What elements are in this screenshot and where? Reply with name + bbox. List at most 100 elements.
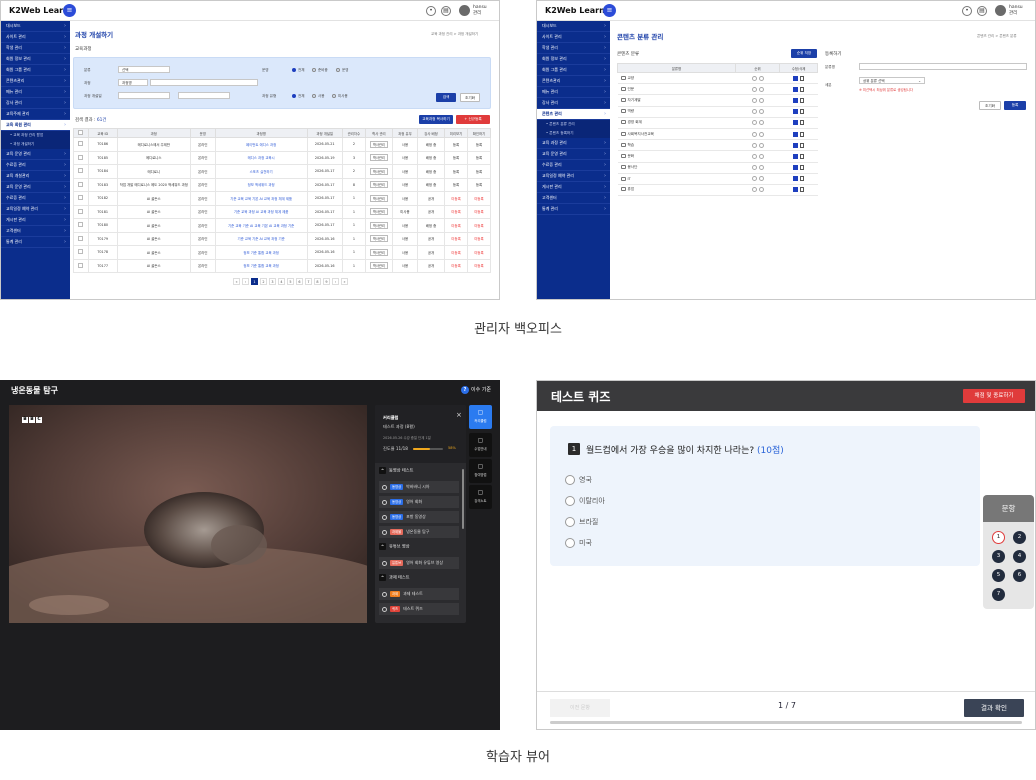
edit-icon[interactable]: [793, 109, 798, 115]
print-icon[interactable]: ▤: [441, 6, 451, 16]
arrow-up-icon[interactable]: [751, 86, 757, 92]
name-input[interactable]: [150, 79, 258, 86]
sidebar-item[interactable]: 수료증 관리: [1, 160, 70, 171]
table-row[interactable]: 문화: [617, 150, 818, 163]
trash-icon[interactable]: [800, 131, 804, 137]
sidebar-item[interactable]: 학생 관리: [1, 43, 70, 54]
trash-icon[interactable]: [800, 153, 804, 159]
sidebar-item[interactable]: 메뉴 관리: [537, 87, 610, 98]
arrow-down-icon[interactable]: [758, 97, 764, 103]
arrow-down-icon[interactable]: [758, 187, 764, 193]
sidebar-item[interactable]: 교육 개설관리: [1, 171, 70, 182]
side-tab[interactable]: ▢ 참여방법: [469, 459, 492, 483]
trash-icon[interactable]: [800, 165, 804, 171]
row-checkbox[interactable]: [78, 141, 84, 147]
check-result-button[interactable]: 결과 확인: [964, 699, 1024, 717]
page-link[interactable]: «: [233, 278, 240, 285]
status-radio-ready[interactable]: 준비중: [312, 67, 328, 73]
table-row[interactable]: T0177 AI 골든스 온라인 정보 기준 통합 교육 과정 2026-05-16 1 학…: [73, 258, 492, 273]
menu-icon[interactable]: ≡: [603, 4, 616, 17]
sidebar-item[interactable]: 통계 관리: [1, 237, 70, 248]
arrow-down-icon[interactable]: [758, 86, 764, 92]
table-row[interactable]: T0178 AI 골든스 온라인 정보 기준 통합 교육 과정 2026-05-16 1 학…: [73, 245, 492, 260]
table-row[interactable]: 인문: [617, 83, 818, 96]
answer-option[interactable]: 브라질: [565, 517, 598, 527]
row-checkbox[interactable]: [78, 181, 84, 187]
sidebar-subitem[interactable]: • 콘텐츠 분류 관리: [537, 120, 610, 129]
table-row[interactable]: T0181 AI 골든스 온라인 기준 교육 과정 AI 교육 과정 체계 제품 202…: [73, 204, 492, 219]
arrow-up-icon[interactable]: [751, 153, 757, 159]
row-checkbox[interactable]: [78, 222, 84, 228]
page-link[interactable]: 1: [251, 278, 258, 285]
avatar[interactable]: [995, 5, 1006, 16]
arrow-up-icon[interactable]: [751, 165, 757, 171]
table-row[interactable]: 경영 회계: [617, 117, 818, 129]
question-jump-button[interactable]: 2: [1013, 531, 1026, 544]
edit-icon[interactable]: [793, 131, 798, 137]
edit-icon[interactable]: [793, 165, 798, 171]
table-row[interactable]: T0180 AI 골든스 온라인 기준 교육 기준 AI 교육 기본 AI 교육 과정…: [73, 218, 492, 233]
category-select[interactable]: 선택: [118, 66, 170, 73]
type-radio-all[interactable]: 전체: [292, 93, 304, 99]
answer-option[interactable]: 이탈리아: [565, 496, 605, 506]
trash-icon[interactable]: [800, 75, 804, 81]
lesson-item[interactable]: 퀴즈 테스트 퀴즈: [379, 603, 459, 615]
edit-icon[interactable]: [793, 176, 798, 182]
parent-category-select[interactable]: 상위 분류 선택 ⌄: [859, 77, 925, 84]
answer-option[interactable]: 영국: [565, 475, 592, 485]
answer-option[interactable]: 미국: [565, 538, 592, 548]
lesson-item[interactable]: 과제 과제 테스트: [379, 588, 459, 600]
page-link[interactable]: 7: [305, 278, 312, 285]
arrow-down-icon[interactable]: [758, 165, 764, 171]
sidebar-item[interactable]: 게시판 관리: [1, 215, 70, 226]
arrow-up-icon[interactable]: [751, 120, 757, 126]
arrow-down-icon[interactable]: [758, 120, 764, 126]
copy-course-button[interactable]: 교육과정 복사하기: [419, 115, 453, 124]
horizontal-scrollbar[interactable]: [550, 721, 1022, 724]
arrow-down-icon[interactable]: [758, 75, 764, 81]
page-link[interactable]: 8: [314, 278, 321, 285]
edit-icon[interactable]: [793, 97, 798, 103]
sidebar-item[interactable]: 강사 관리: [537, 98, 610, 109]
trash-icon[interactable]: [800, 97, 804, 103]
search-button[interactable]: 검색: [436, 93, 456, 102]
table-row[interactable]: T0185 메디로니스 온라인 메디스 과정 교육시 2026-05-19 3 학사관리 사용…: [73, 150, 492, 165]
trash-icon[interactable]: [800, 176, 804, 182]
lesson-item[interactable]: 유튜브 영어 회화 유튜브 영상: [379, 557, 459, 569]
edit-icon[interactable]: [793, 153, 798, 159]
sidebar-item[interactable]: 사이트 관리: [1, 32, 70, 43]
edit-icon[interactable]: [793, 120, 798, 126]
type-radio-use[interactable]: 사용: [312, 93, 324, 99]
sidebar-item[interactable]: 콘텐츠관리: [537, 76, 610, 87]
sidebar-subitem[interactable]: • 콘텐츠 등록하기: [537, 129, 610, 138]
page-link[interactable]: 5: [287, 278, 294, 285]
trash-icon[interactable]: [800, 142, 804, 148]
table-row[interactable]: T0179 AI 골든스 온라인 기준 교육 기준 AI 교육 과정 기준 2026-0…: [73, 231, 492, 246]
table-row[interactable]: 역량: [617, 106, 818, 118]
row-checkbox[interactable]: [78, 208, 84, 214]
lesson-item[interactable]: 동영상 포항 동영상: [379, 511, 459, 523]
sidebar-item[interactable]: 콘텐츠 관리: [537, 109, 610, 120]
sidebar-item[interactable]: 통계 관리: [537, 204, 610, 215]
trash-icon[interactable]: [800, 109, 804, 115]
sidebar-item[interactable]: 교육 운영 관리: [1, 182, 70, 193]
table-row[interactable]: T0183 작업 개발 메디로니스 에도 2020 액세워드 과정 온라인 정보 액세…: [73, 177, 492, 192]
table-row[interactable]: T0182 AI 골든스 온라인 기준 교육 교육 기본 AI 교육 과정 체계 제품…: [73, 191, 492, 206]
avatar[interactable]: [459, 5, 470, 16]
arrow-up-icon[interactable]: [751, 97, 757, 103]
trash-icon[interactable]: [800, 86, 804, 92]
sidebar-item[interactable]: 교육주제 관리: [1, 109, 70, 120]
question-jump-button[interactable]: 4: [1013, 550, 1026, 563]
page-link[interactable]: 6: [296, 278, 303, 285]
sidebar-item[interactable]: 수료증 관리: [1, 193, 70, 204]
alert-icon[interactable]: •: [962, 6, 972, 16]
page-link[interactable]: ‹: [242, 278, 249, 285]
reset-button[interactable]: 초기화: [460, 93, 480, 102]
page-link[interactable]: 2: [260, 278, 267, 285]
sidebar-item[interactable]: 회원 정보 관리: [537, 54, 610, 65]
sidebar-item[interactable]: 고객센터: [1, 226, 70, 237]
table-row[interactable]: 사회복지사전교육: [617, 128, 818, 141]
table-row[interactable]: 봉사단: [617, 162, 818, 174]
question-jump-button[interactable]: 6: [1013, 569, 1026, 582]
trash-icon[interactable]: [800, 187, 804, 193]
